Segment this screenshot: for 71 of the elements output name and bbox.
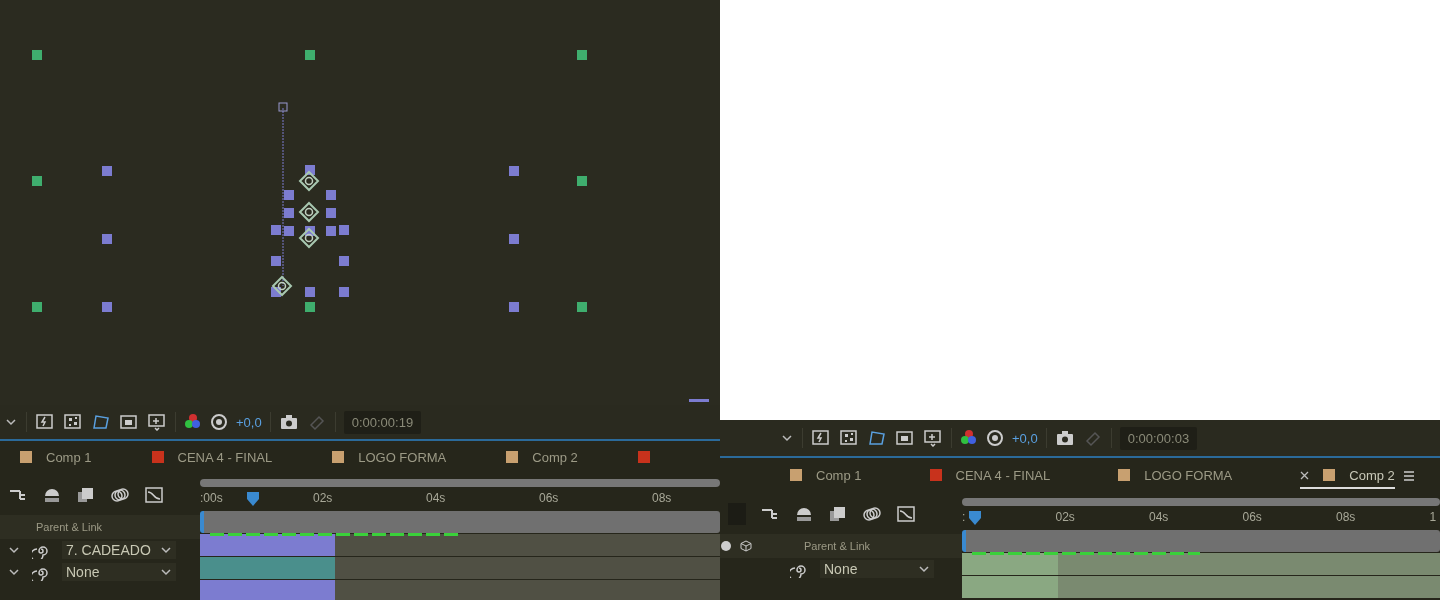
expand-caret-icon[interactable] [8,567,20,577]
caret-icon [160,567,172,577]
tab-label[interactable]: CENA 4 - FINAL [177,449,273,465]
time-ruler-label: 1 [1429,510,1437,524]
fast-preview-icon[interactable] [35,413,55,431]
transparency-grid-icon[interactable] [63,413,83,431]
camera-icon[interactable] [1054,430,1075,446]
motion-blur-icon[interactable] [862,505,882,523]
parent-dropdown[interactable]: None [62,563,176,581]
color-channels-icon[interactable] [184,413,202,431]
graph-editor-icon[interactable] [896,505,916,523]
transparency-grid-icon[interactable] [839,429,859,447]
guides-icon[interactable] [147,413,167,431]
composition-tab[interactable]: CENA 4 - FINAL [151,445,273,471]
eye-icon[interactable] [720,540,732,552]
tab-label[interactable]: Comp 2 [532,449,578,465]
motion-blur-icon[interactable] [110,486,130,504]
time-ruler-label: 04s [1149,510,1169,524]
graph-editor-icon[interactable] [144,486,164,504]
playhead-marker[interactable] [968,510,982,526]
timecode-display[interactable]: 0:00:00:03 [1119,426,1198,450]
composition-tab[interactable]: CENA 4 - FINAL [929,463,1051,489]
tab-label[interactable]: CENA 4 - FINAL [955,467,1051,483]
guides-icon[interactable] [923,429,943,447]
shy-layers-icon[interactable] [794,505,814,523]
parent-dropdown[interactable]: 7. CADEADO [62,541,176,559]
column-header[interactable]: Parent & Link [804,540,871,552]
color-channels-icon[interactable] [960,429,978,447]
column-header[interactable]: Parent & Link [36,521,103,533]
composition-tab[interactable]: Comp 1 [790,463,862,489]
tab-label[interactable]: Comp 2 [1349,467,1395,483]
time-ruler-label: : [962,510,966,524]
parent-dropdown[interactable]: None [820,560,934,578]
time-ruler-label: 06s [539,491,559,505]
time-ruler-label: 04s [426,491,446,505]
mask-path-icon[interactable] [91,413,111,431]
time-ruler-label: 08s [652,491,672,505]
caret-icon [160,545,172,555]
frame-blending-icon[interactable] [76,486,96,504]
composition-tab[interactable]: LOGO FORMA [1118,463,1233,489]
tab-label[interactable]: LOGO FORMA [1144,467,1233,483]
cube-icon[interactable] [740,540,752,552]
time-ruler-label: :00s [200,491,223,505]
composition-tab[interactable]: Comp 1 [20,445,92,471]
time-ruler-label: 02s [1055,510,1075,524]
camera-icon[interactable] [278,414,299,430]
exposure-value[interactable]: +0,0 [236,414,262,430]
time-ruler-label: 02s [313,491,333,505]
menu-icon[interactable] [1402,470,1415,482]
composition-tab[interactable]: LOGO FORMA [332,445,447,471]
caret-icon [918,564,930,574]
composition-tab[interactable]: Comp 2 [506,445,578,471]
expand-caret-icon[interactable] [8,545,20,555]
playhead-marker[interactable] [246,491,260,507]
time-ruler-label: 06s [1242,510,1262,524]
fast-preview-icon[interactable] [811,429,831,447]
region-of-interest-icon[interactable] [895,429,915,447]
close-icon[interactable] [1300,470,1310,480]
tab-label[interactable]: LOGO FORMA [358,449,447,465]
mask-path-icon[interactable] [867,429,887,447]
shy-layers-icon[interactable] [42,486,62,504]
composition-tab[interactable]: Comp 2 [1300,463,1395,489]
aperture-icon[interactable] [210,413,228,431]
frame-blending-icon[interactable] [828,505,848,523]
exposure-value[interactable]: +0,0 [1012,430,1038,446]
aperture-icon[interactable] [986,429,1004,447]
tab-label[interactable]: Comp 1 [816,467,862,483]
region-of-interest-icon[interactable] [119,413,139,431]
timecode-display[interactable]: 0:00:00:19 [343,410,422,434]
tab-label[interactable]: Comp 1 [46,449,92,465]
time-ruler-label: 08s [1336,510,1356,524]
